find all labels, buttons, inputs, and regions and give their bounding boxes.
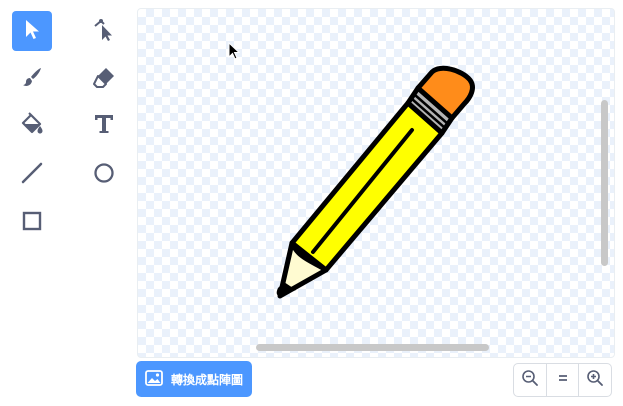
text-tool[interactable]: [84, 106, 124, 146]
zoom-in-icon: [586, 369, 604, 391]
zoom-out-button[interactable]: [514, 364, 547, 396]
paint-canvas[interactable]: [137, 8, 615, 358]
convert-to-bitmap-label: 轉換成點陣圖: [170, 372, 243, 387]
tool-palette: [0, 0, 136, 406]
select-arrow-icon: [20, 17, 44, 45]
convert-to-bitmap-button[interactable]: 轉換成點陣圖: [136, 361, 252, 397]
line-icon: [20, 161, 44, 189]
zoom-reset-button[interactable]: [547, 364, 580, 396]
text-icon: [92, 112, 116, 140]
select-tool[interactable]: [12, 11, 52, 51]
zoom-in-button[interactable]: [579, 364, 611, 396]
zoom-controls: [513, 363, 612, 397]
zoom-out-icon: [521, 369, 539, 391]
fill-tool[interactable]: [12, 106, 52, 146]
reshape-tool[interactable]: [84, 11, 124, 51]
brush-icon: [20, 65, 44, 93]
line-tool[interactable]: [12, 155, 52, 195]
vertical-scrollbar[interactable]: [601, 100, 608, 266]
brush-tool[interactable]: [12, 59, 52, 99]
rectangle-tool[interactable]: [12, 203, 52, 243]
reshape-icon: [92, 17, 116, 45]
rectangle-icon: [20, 209, 44, 237]
zoom-reset-icon: [554, 369, 572, 391]
fill-bucket-icon: [20, 112, 44, 140]
circle-tool[interactable]: [84, 155, 124, 195]
image-icon: [145, 369, 163, 389]
circle-icon: [92, 161, 116, 189]
horizontal-scrollbar[interactable]: [256, 344, 489, 351]
eraser-icon: [92, 65, 116, 93]
eraser-tool[interactable]: [84, 59, 124, 99]
